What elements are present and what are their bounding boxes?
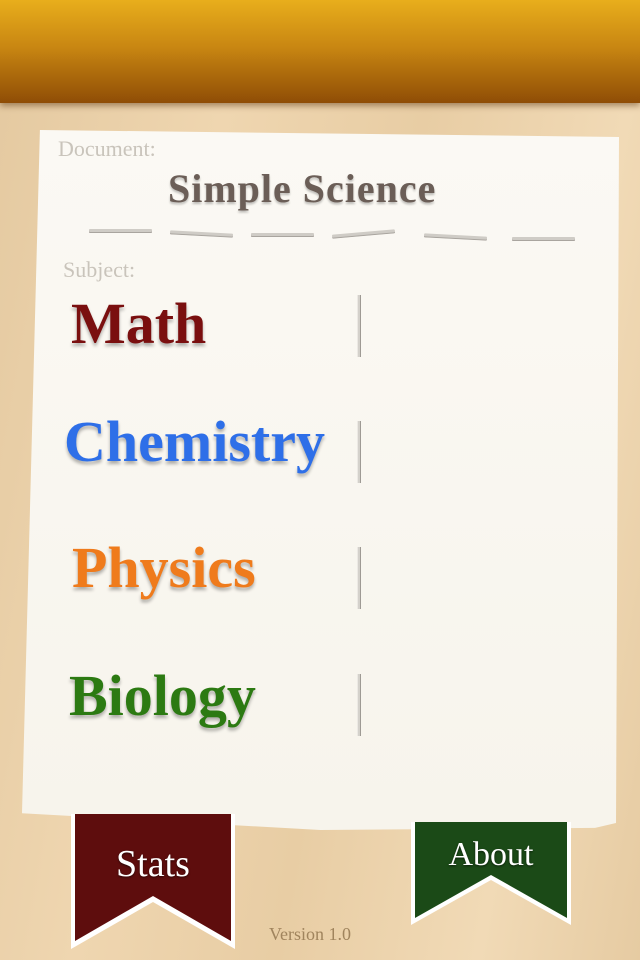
version-label: Version 1.0 (269, 924, 351, 944)
physics-progress-divider (357, 547, 361, 609)
about-ribbon-button[interactable]: About (410, 822, 572, 926)
top-bar (0, 0, 640, 103)
subject-caption: Subject: (63, 257, 136, 282)
document-caption: Document: (58, 136, 156, 161)
biology-progress-divider (357, 674, 361, 736)
stats-label: Stats (116, 843, 190, 885)
math-progress-divider (357, 295, 361, 357)
stats-ribbon-button[interactable]: Stats (70, 814, 236, 950)
title-underline-dash (251, 233, 314, 237)
subject-math-button[interactable]: Math (71, 290, 206, 357)
subject-chemistry-button[interactable]: Chemistry (64, 408, 325, 475)
subject-biology-button[interactable]: Biology (69, 662, 256, 729)
title-underline-dash (512, 237, 575, 241)
title-underline-dash (89, 229, 152, 233)
about-label: About (448, 836, 534, 873)
subject-physics-button[interactable]: Physics (72, 534, 256, 601)
document-title: Simple Science (168, 166, 437, 211)
chemistry-progress-divider (357, 421, 361, 483)
